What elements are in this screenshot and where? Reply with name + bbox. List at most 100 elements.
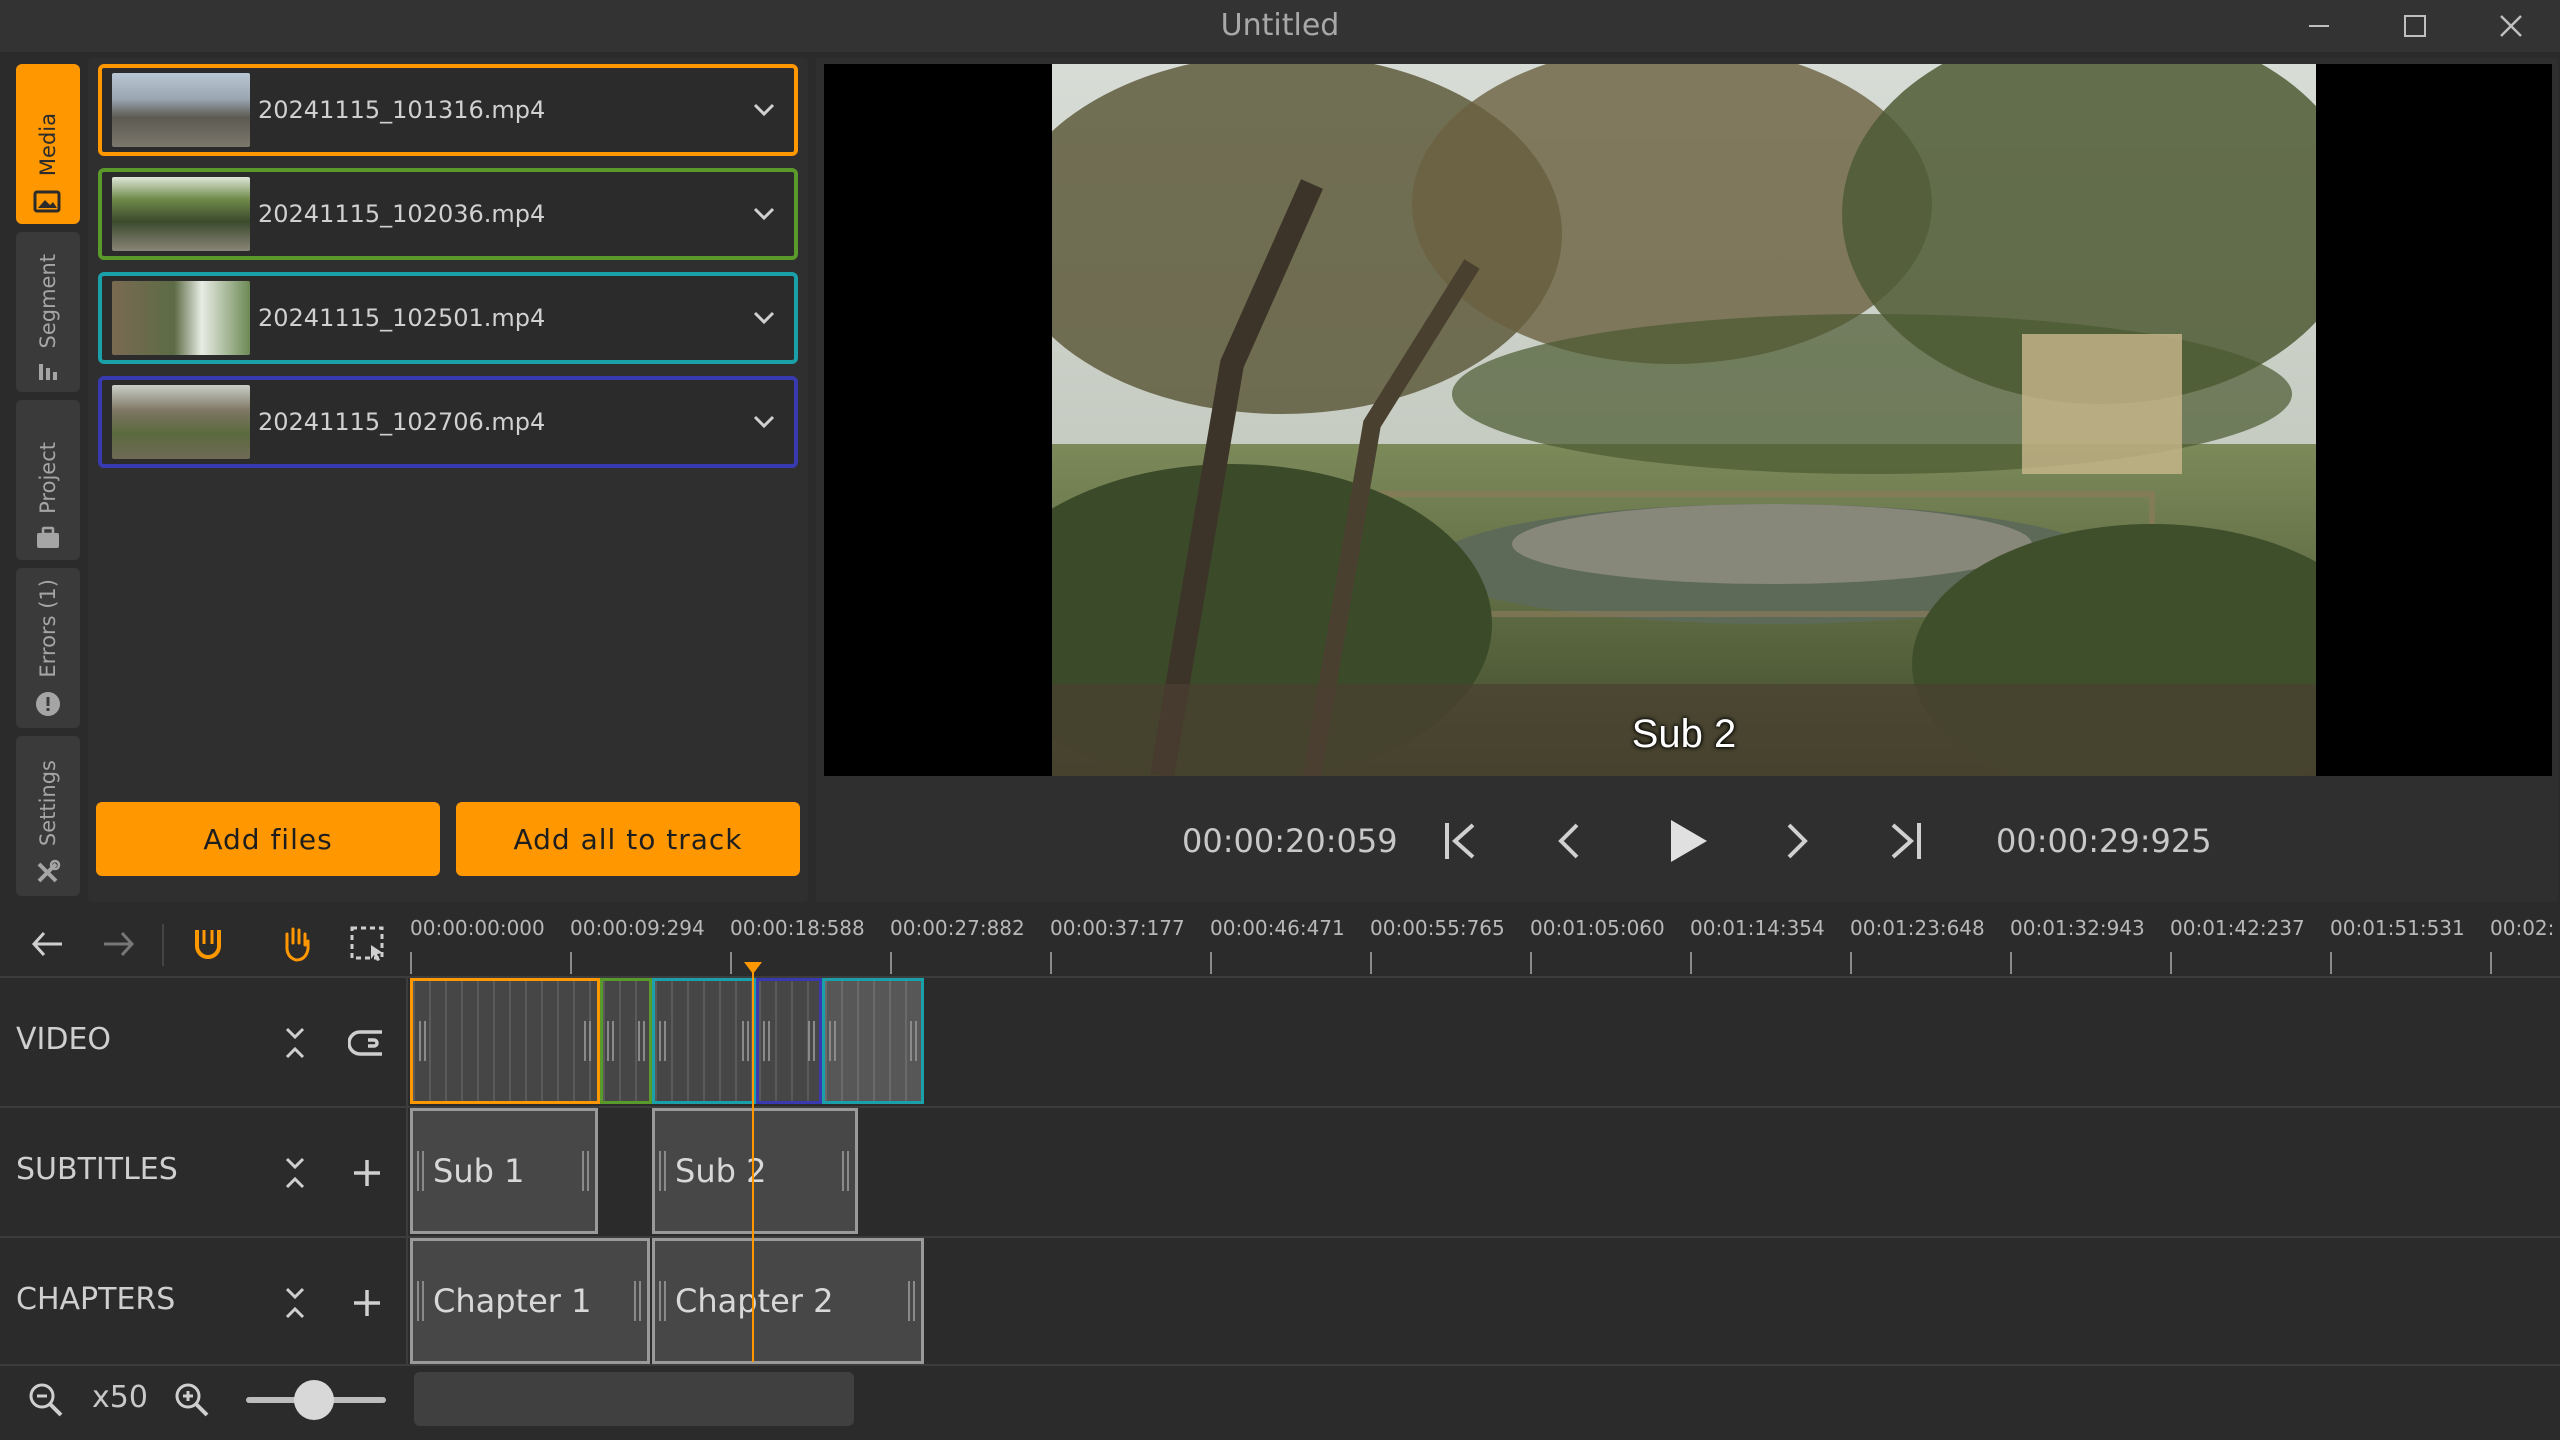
- ruler-tick: [890, 952, 892, 974]
- ruler-label: 00:01:51:531: [2330, 916, 2465, 940]
- chapter-clip[interactable]: Chapter 2: [652, 1238, 924, 1364]
- video-clip[interactable]: [822, 978, 924, 1104]
- clip-trim-handle[interactable]: [829, 1021, 836, 1061]
- add-files-button[interactable]: Add files: [96, 802, 440, 876]
- zoom-out-button[interactable]: [18, 1372, 74, 1428]
- tab-segment[interactable]: Segment: [16, 232, 80, 392]
- play-button[interactable]: [1652, 810, 1722, 872]
- ruler-label: 00:00:46:471: [1210, 916, 1345, 940]
- redo-button[interactable]: [90, 916, 146, 972]
- ruler-tick: [1530, 952, 1532, 974]
- video-clip[interactable]: [600, 978, 652, 1104]
- snap-toggle[interactable]: [180, 916, 236, 972]
- chevron-down-icon: [753, 103, 775, 117]
- chapters-track-label: CHAPTERS: [16, 1282, 176, 1317]
- media-item[interactable]: 20241115_102706.mp4: [98, 376, 798, 468]
- clip-trim-handle[interactable]: [659, 1151, 666, 1191]
- zoom-level: x50: [92, 1380, 148, 1415]
- ruler-label: 00:00:27:882: [890, 916, 1025, 940]
- go-to-start-button[interactable]: [1426, 810, 1496, 872]
- chevron-down-icon: [753, 311, 775, 325]
- media-item-expand-button[interactable]: [734, 90, 794, 130]
- media-item-expand-button[interactable]: [734, 402, 794, 442]
- clip-trim-handle[interactable]: [908, 1281, 915, 1321]
- add-all-to-track-button[interactable]: Add all to track: [456, 802, 800, 876]
- video-track-label: VIDEO: [16, 1022, 112, 1057]
- clip-trim-handle[interactable]: [419, 1021, 426, 1061]
- video-collapse-button[interactable]: [270, 1018, 320, 1068]
- clip-trim-handle[interactable]: [742, 1021, 749, 1061]
- current-time: 00:00:20:059: [1182, 822, 1398, 860]
- media-item-name: 20241115_102501.mp4: [258, 304, 546, 332]
- subtitles-collapse-button[interactable]: [270, 1148, 320, 1198]
- chapters-collapse-button[interactable]: [270, 1278, 320, 1328]
- subtitle-clip[interactable]: Sub 1: [410, 1108, 598, 1234]
- media-item[interactable]: 20241115_102036.mp4: [98, 168, 798, 260]
- zoom-slider-thumb[interactable]: [294, 1380, 334, 1420]
- tab-errors[interactable]: Errors (1): [16, 568, 80, 728]
- clip-trim-handle[interactable]: [659, 1021, 666, 1061]
- ruler-label: 00:01:42:237: [2170, 916, 2305, 940]
- undo-button[interactable]: [20, 916, 76, 972]
- close-button[interactable]: [2466, 0, 2556, 52]
- video-preview-image: [1052, 64, 2316, 776]
- previous-frame-button[interactable]: [1536, 810, 1606, 872]
- tab-settings[interactable]: Settings: [16, 736, 80, 896]
- clip-trim-handle[interactable]: [607, 1021, 614, 1061]
- media-item-expand-button[interactable]: [734, 194, 794, 234]
- next-frame-button[interactable]: [1760, 810, 1830, 872]
- media-thumbnail: [112, 177, 250, 251]
- clip-trim-handle[interactable]: [638, 1021, 645, 1061]
- clip-trim-handle[interactable]: [417, 1151, 424, 1191]
- clip-trim-handle[interactable]: [582, 1151, 589, 1191]
- window-title: Untitled: [1220, 8, 1340, 43]
- tab-project[interactable]: Project: [16, 400, 80, 560]
- ruler-label: 00:00:37:177: [1050, 916, 1185, 940]
- add-chapter-button[interactable]: [342, 1278, 392, 1328]
- clip-trim-handle[interactable]: [584, 1021, 591, 1061]
- chevron-down-icon: [753, 207, 775, 221]
- media-item-name: 20241115_102706.mp4: [258, 408, 546, 436]
- clip-trim-handle[interactable]: [634, 1281, 641, 1321]
- add-subtitle-button[interactable]: [342, 1148, 392, 1198]
- media-thumbnail: [112, 281, 250, 355]
- minimize-button[interactable]: [2274, 0, 2364, 52]
- video-clip[interactable]: [410, 978, 600, 1104]
- maximize-button[interactable]: [2370, 0, 2460, 52]
- playhead-marker[interactable]: [744, 962, 762, 974]
- zoom-in-button[interactable]: [164, 1372, 220, 1428]
- select-tool-button[interactable]: [340, 916, 396, 972]
- ruler-tick: [2490, 952, 2492, 974]
- hand-tool-button[interactable]: [268, 916, 324, 972]
- timeline-ruler[interactable]: 00:00:00:000 00:00:09:294 00:00:18:588 0…: [408, 912, 2560, 974]
- video-clip[interactable]: [652, 978, 756, 1104]
- ruler-label: 00:01:32:943: [2010, 916, 2145, 940]
- clip-trim-handle[interactable]: [659, 1281, 666, 1321]
- video-clip[interactable]: [756, 978, 822, 1104]
- ruler-label: 00:00:09:294: [570, 916, 705, 940]
- clip-trim-handle[interactable]: [763, 1021, 770, 1061]
- media-item[interactable]: 20241115_102501.mp4: [98, 272, 798, 364]
- clip-trim-handle[interactable]: [417, 1281, 424, 1321]
- ruler-tick: [1850, 952, 1852, 974]
- timeline-horizontal-scrollbar[interactable]: [414, 1372, 854, 1426]
- subtitles-track-label: SUBTITLES: [16, 1152, 178, 1187]
- briefcase-icon: [37, 526, 59, 548]
- clip-trim-handle[interactable]: [910, 1021, 917, 1061]
- media-item-expand-button[interactable]: [734, 298, 794, 338]
- chevron-down-icon: [753, 415, 775, 429]
- clip-trim-handle[interactable]: [842, 1151, 849, 1191]
- selection-icon: [350, 926, 384, 961]
- clip-trim-handle[interactable]: [808, 1021, 815, 1061]
- tab-media[interactable]: Media: [16, 64, 80, 224]
- video-link-button[interactable]: [342, 1018, 392, 1068]
- alert-icon: [36, 692, 60, 716]
- go-to-end-button[interactable]: [1870, 810, 1940, 872]
- media-item[interactable]: 20241115_101316.mp4: [98, 64, 798, 156]
- playhead[interactable]: [752, 966, 754, 1362]
- chapter-clip[interactable]: Chapter 1: [410, 1238, 650, 1364]
- ruler-tick: [2170, 952, 2172, 974]
- tools-icon: [37, 859, 61, 883]
- arrow-left-icon: [31, 931, 62, 957]
- subtitle-clip[interactable]: Sub 2: [652, 1108, 858, 1234]
